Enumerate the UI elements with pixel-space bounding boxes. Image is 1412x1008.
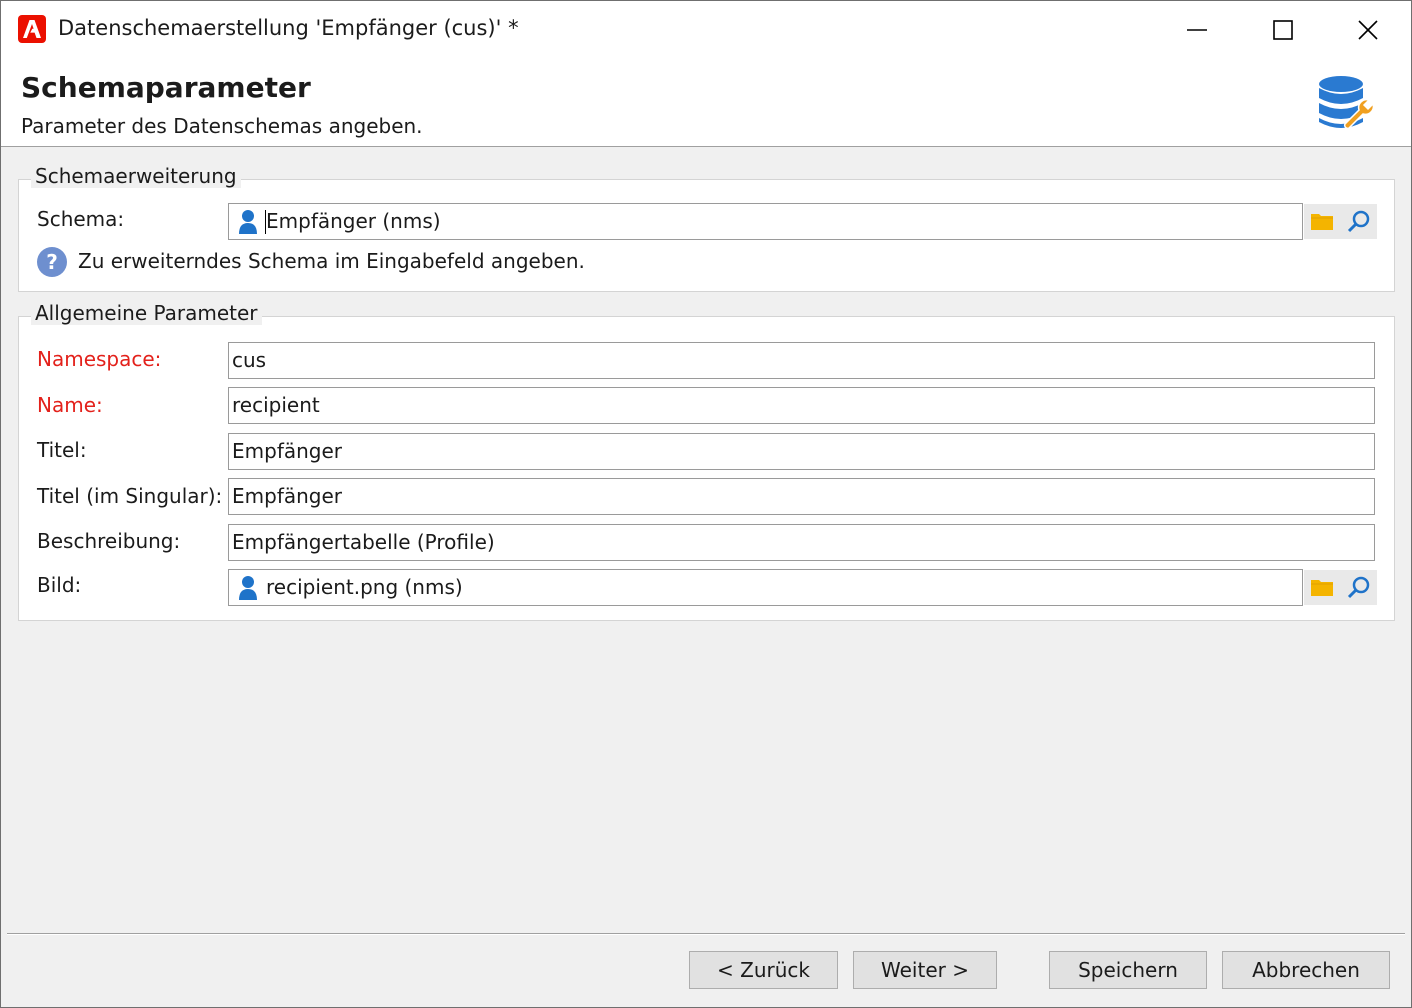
close-icon (1358, 20, 1378, 40)
next-button[interactable]: Weiter > (853, 951, 997, 989)
maximize-button[interactable] (1240, 1, 1326, 58)
database-wrench-icon (1315, 74, 1377, 136)
help-icon: ? (37, 247, 67, 277)
close-button[interactable] (1325, 1, 1411, 58)
search-icon (1347, 576, 1370, 599)
dialog-window: Datenschemaerstellung 'Empfänger (cus)' … (0, 0, 1412, 1008)
image-link-buttons (1304, 570, 1377, 605)
image-folder-button[interactable] (1304, 570, 1340, 605)
image-input[interactable]: recipient.png (nms) (228, 569, 1303, 606)
title-bar: Datenschemaerstellung 'Empfänger (cus)' … (1, 1, 1411, 58)
minimize-button[interactable] (1154, 1, 1240, 58)
title-label: Titel: (37, 438, 87, 462)
wizard-header: Schemaparameter Parameter des Datenschem… (1, 58, 1411, 147)
image-label: Bild: (37, 573, 82, 597)
page-title: Schemaparameter (21, 71, 311, 104)
window-title: Datenschemaerstellung 'Empfänger (cus)' … (58, 16, 519, 40)
cancel-button[interactable]: Abbrechen (1222, 951, 1390, 989)
user-icon (239, 576, 257, 600)
image-search-button[interactable] (1341, 570, 1377, 605)
folder-icon (1311, 580, 1333, 596)
namespace-label: Namespace: (37, 347, 162, 371)
namespace-input[interactable]: cus (228, 342, 1375, 379)
title-input[interactable]: Empfänger (228, 433, 1375, 470)
name-input[interactable]: recipient (228, 387, 1375, 424)
page-subtitle: Parameter des Datenschemas angeben. (21, 114, 423, 138)
schema-value: Empfänger (nms) (266, 209, 441, 233)
group-legend: Schemaerweiterung (31, 164, 241, 188)
user-icon (239, 210, 257, 234)
title-value: Empfänger (232, 439, 343, 463)
search-icon (1347, 210, 1370, 233)
schema-label: Schema: (37, 207, 125, 231)
schema-folder-button[interactable] (1304, 204, 1340, 239)
general-parameters-group: Allgemeine Parameter Namespace: cus Name… (18, 301, 1395, 621)
back-button[interactable]: < Zurück (689, 951, 838, 989)
singular-title-value: Empfänger (232, 484, 343, 508)
description-label: Beschreibung: (37, 529, 181, 553)
group-legend: Allgemeine Parameter (31, 301, 262, 325)
schema-hint: Zu erweiterndes Schema im Eingabefeld an… (78, 249, 585, 273)
schema-extension-group: Schemaerweiterung Schema: Empfänger (nms… (18, 164, 1395, 292)
description-input[interactable]: Empfängertabelle (Profile) (228, 524, 1375, 561)
schema-search-button[interactable] (1341, 204, 1377, 239)
save-button[interactable]: Speichern (1049, 951, 1207, 989)
folder-icon (1311, 214, 1333, 230)
schema-link-buttons (1304, 204, 1377, 239)
singular-title-input[interactable]: Empfänger (228, 478, 1375, 515)
footer-divider (7, 933, 1405, 935)
name-value: recipient (232, 393, 320, 417)
minimize-icon (1187, 29, 1207, 31)
image-value: recipient.png (nms) (266, 575, 463, 599)
singular-title-label: Titel (im Singular): (37, 484, 223, 508)
namespace-value: cus (232, 348, 267, 372)
name-label: Name: (37, 393, 103, 417)
maximize-icon (1273, 20, 1293, 40)
schema-input[interactable]: Empfänger (nms) (228, 203, 1303, 240)
adobe-logo-icon (18, 15, 46, 43)
description-value: Empfängertabelle (Profile) (232, 530, 495, 554)
